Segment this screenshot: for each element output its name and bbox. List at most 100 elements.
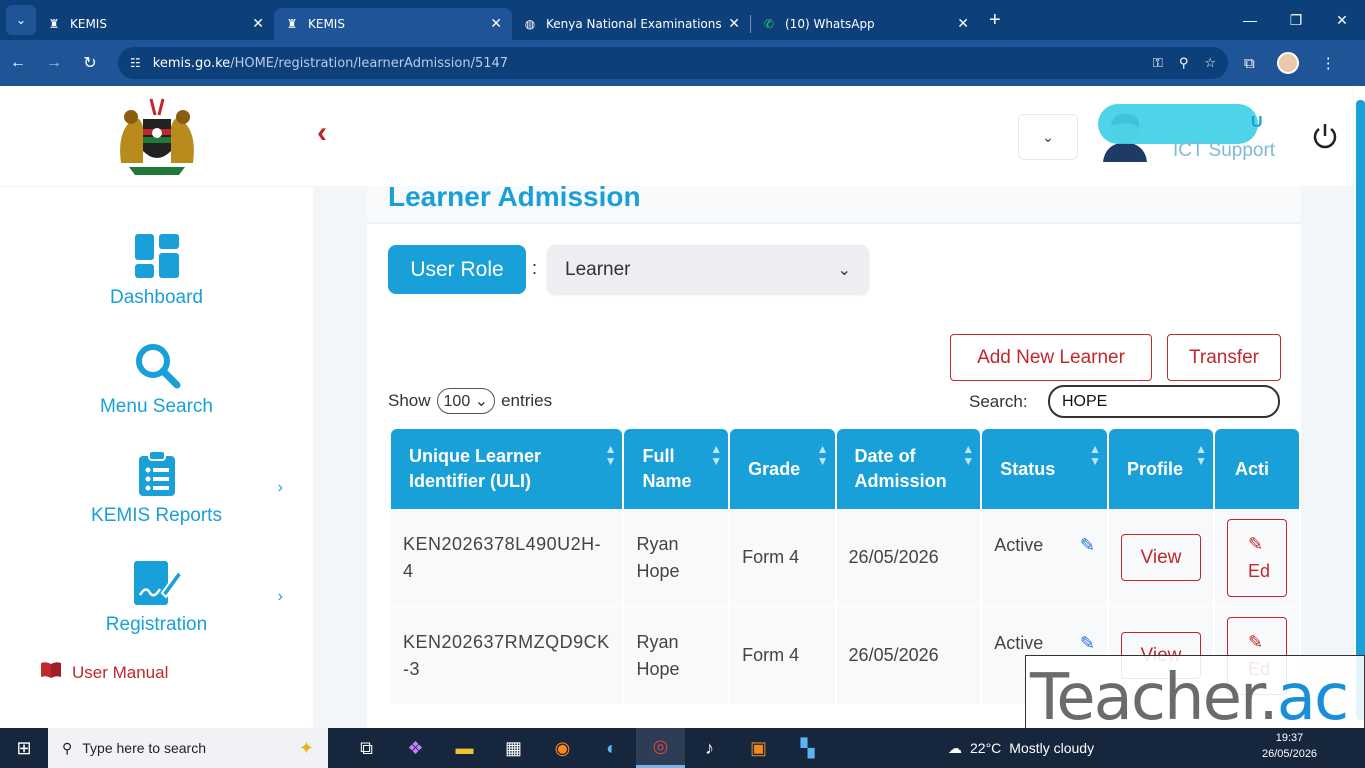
- user-manual-link[interactable]: User Manual: [40, 661, 168, 684]
- column-header-action[interactable]: Acti: [1214, 429, 1299, 509]
- column-header-date[interactable]: Date of Admission ▲ ▼: [836, 429, 981, 509]
- sort-icon: ▲ ▼: [962, 442, 975, 468]
- entries-select[interactable]: 100 ⌄: [436, 388, 496, 414]
- sidebar-item-dashboard[interactable]: Dashboard: [0, 231, 313, 309]
- weather-description: Mostly cloudy: [1009, 740, 1095, 756]
- column-header-status[interactable]: Status ▲ ▼: [982, 429, 1107, 509]
- search-label: Search:: [969, 392, 1028, 411]
- back-arrow-icon[interactable]: ←: [0, 54, 36, 72]
- sidebar-item-label: Registration: [105, 614, 208, 635]
- column-header-uli[interactable]: Unique Learner Identifier (ULI) ▲ ▼: [391, 429, 623, 509]
- browser-tab[interactable]: ✆ (10) WhatsApp ✕: [751, 8, 979, 40]
- column-header-grade[interactable]: Grade ▲ ▼: [730, 429, 835, 509]
- cell-date: 26/05/2026: [836, 607, 981, 705]
- add-new-learner-button[interactable]: Add New Learner: [950, 334, 1152, 381]
- new-tab-button[interactable]: +: [989, 9, 1001, 32]
- edit-status-pencil-icon[interactable]: ✎: [1080, 532, 1095, 559]
- watermark-text-part2: ac: [1276, 661, 1349, 735]
- cell-grade: Form 4: [730, 607, 835, 705]
- bookmark-star-icon[interactable]: ☆: [1204, 56, 1216, 71]
- browser-tab-active[interactable]: ♜ KEMIS ✕: [274, 8, 512, 40]
- cell-action: ✎ Ed: [1214, 509, 1299, 607]
- whatsapp-favicon-icon: ✆: [763, 17, 775, 31]
- network-app-icon[interactable]: ▚: [783, 728, 832, 768]
- url-host: kemis.go.ke: [152, 55, 231, 71]
- column-header-profile[interactable]: Profile ▲ ▼: [1108, 429, 1213, 509]
- profile-avatar-icon[interactable]: [1276, 52, 1299, 74]
- status-label: Active: [994, 535, 1044, 555]
- firefox-icon[interactable]: ◉: [538, 728, 587, 768]
- task-view-icon[interactable]: ⧉: [342, 728, 391, 768]
- sidebar-item-label: Menu Search: [99, 396, 213, 417]
- edge-browser-icon[interactable]: ◐: [587, 728, 636, 768]
- browser-tab[interactable]: ♜ KEMIS ✕: [36, 8, 274, 40]
- cell-uli: KEN2026378L490U2H-4: [391, 509, 623, 607]
- reload-icon[interactable]: ↻: [72, 53, 108, 73]
- sidebar-divider: [0, 186, 313, 187]
- windows-taskbar: ⊞ ⚲ Type here to search ✦ ⧉ ❖ ▬ ▦ ◉ ◐ ◎ …: [0, 728, 1365, 768]
- extensions-puzzle-icon[interactable]: ⧉: [1244, 55, 1255, 72]
- sidebar-item-menu-search[interactable]: Menu Search: [0, 340, 313, 418]
- address-bar[interactable]: ☷ kemis.go.ke/HOME/registration/learnerA…: [118, 47, 1228, 79]
- coat-of-arms-favicon-icon: ♜: [48, 17, 60, 31]
- tiktok-icon[interactable]: ♪: [685, 728, 734, 768]
- chrome-icon[interactable]: ◎: [636, 728, 685, 768]
- column-header-full-name[interactable]: Full Name ▲ ▼: [624, 429, 729, 509]
- cell-full-name: Ryan Hope: [624, 509, 729, 607]
- cell-status: Active ✎: [982, 509, 1107, 607]
- forward-arrow-icon[interactable]: →: [36, 54, 72, 72]
- chevron-down-icon: ⌄: [1042, 128, 1054, 145]
- windows-start-icon[interactable]: ⊞: [0, 738, 48, 759]
- sort-icon: ▲ ▼: [1089, 442, 1101, 468]
- password-key-icon[interactable]: ⚿: [1153, 56, 1163, 71]
- tab-search-button[interactable]: ⌄: [6, 5, 36, 35]
- sidebar-item-registration[interactable]: Registration ›: [0, 558, 313, 636]
- transfer-button[interactable]: Transfer: [1167, 334, 1281, 381]
- search-input[interactable]: HOPE: [1048, 385, 1280, 418]
- header-dropdown-button[interactable]: ⌄: [1018, 114, 1078, 160]
- taskbar-search-box[interactable]: ⚲ Type here to search ✦: [48, 728, 328, 768]
- close-tab-icon[interactable]: ✕: [728, 16, 740, 32]
- collapse-sidebar-chevron-icon[interactable]: ‹: [317, 116, 327, 150]
- copilot-icon[interactable]: ❖: [391, 728, 440, 768]
- close-window-icon[interactable]: ✕: [1319, 12, 1365, 29]
- close-tab-icon[interactable]: ✕: [490, 16, 502, 32]
- calculator-icon[interactable]: ▦: [489, 728, 538, 768]
- site-settings-icon[interactable]: ☷: [130, 56, 141, 70]
- edit-learner-button[interactable]: ✎ Ed: [1226, 518, 1287, 597]
- tab-title: Kenya National Examinations C: [546, 17, 723, 31]
- cell-date: 26/05/2026: [836, 509, 981, 607]
- logo-area: [0, 86, 313, 186]
- taskbar-apps: ⧉ ❖ ▬ ▦ ◉ ◐ ◎ ♪ ▣ ▚: [342, 728, 832, 768]
- minimize-icon[interactable]: —: [1227, 12, 1273, 29]
- table-row: KEN2026378L490U2H-4 Ryan Hope Form 4 26/…: [391, 509, 1299, 607]
- sidebar-item-kemis-reports[interactable]: KEMIS Reports ›: [0, 449, 313, 527]
- cell-uli: KEN202637RMZQD9CK-3: [391, 607, 623, 705]
- browser-tab[interactable]: ◍ Kenya National Examinations C ✕: [512, 8, 750, 40]
- app-icon[interactable]: ▣: [734, 728, 783, 768]
- show-label: Show: [388, 391, 431, 410]
- entries-value: 100: [443, 393, 471, 410]
- coat-of-arms-favicon-icon: ♜: [286, 17, 298, 31]
- more-menu-icon[interactable]: ⋮: [1321, 54, 1336, 72]
- taskbar-weather[interactable]: ☁ 22°C Mostly cloudy: [948, 728, 1094, 768]
- table-header-row: Unique Learner Identifier (ULI) ▲ ▼ Full N…: [391, 429, 1299, 509]
- user-name: U: [1251, 114, 1263, 131]
- role-separator: :: [532, 258, 538, 278]
- close-tab-icon[interactable]: ✕: [957, 16, 969, 32]
- zoom-icon[interactable]: ⚲: [1179, 56, 1189, 71]
- restore-icon[interactable]: ❐: [1273, 12, 1319, 29]
- file-explorer-icon[interactable]: ▬: [440, 728, 489, 768]
- taskbar-clock[interactable]: 19:37 26/05/2026: [1262, 730, 1317, 762]
- page-scrollbar-thumb[interactable]: [1356, 100, 1365, 720]
- power-logout-icon[interactable]: [1311, 122, 1339, 150]
- edit-icon: ✎: [1247, 631, 1264, 652]
- close-tab-icon[interactable]: ✕: [252, 16, 264, 32]
- search-icon: ⚲: [62, 739, 73, 756]
- view-profile-button[interactable]: View: [1120, 534, 1201, 581]
- user-role-select[interactable]: Learner ⌄: [547, 245, 869, 294]
- edit-status-pencil-icon[interactable]: ✎: [1080, 630, 1095, 657]
- status-label: Active: [994, 633, 1044, 653]
- tab-title: KEMIS: [70, 17, 107, 31]
- redacted-user-name: [1098, 104, 1258, 144]
